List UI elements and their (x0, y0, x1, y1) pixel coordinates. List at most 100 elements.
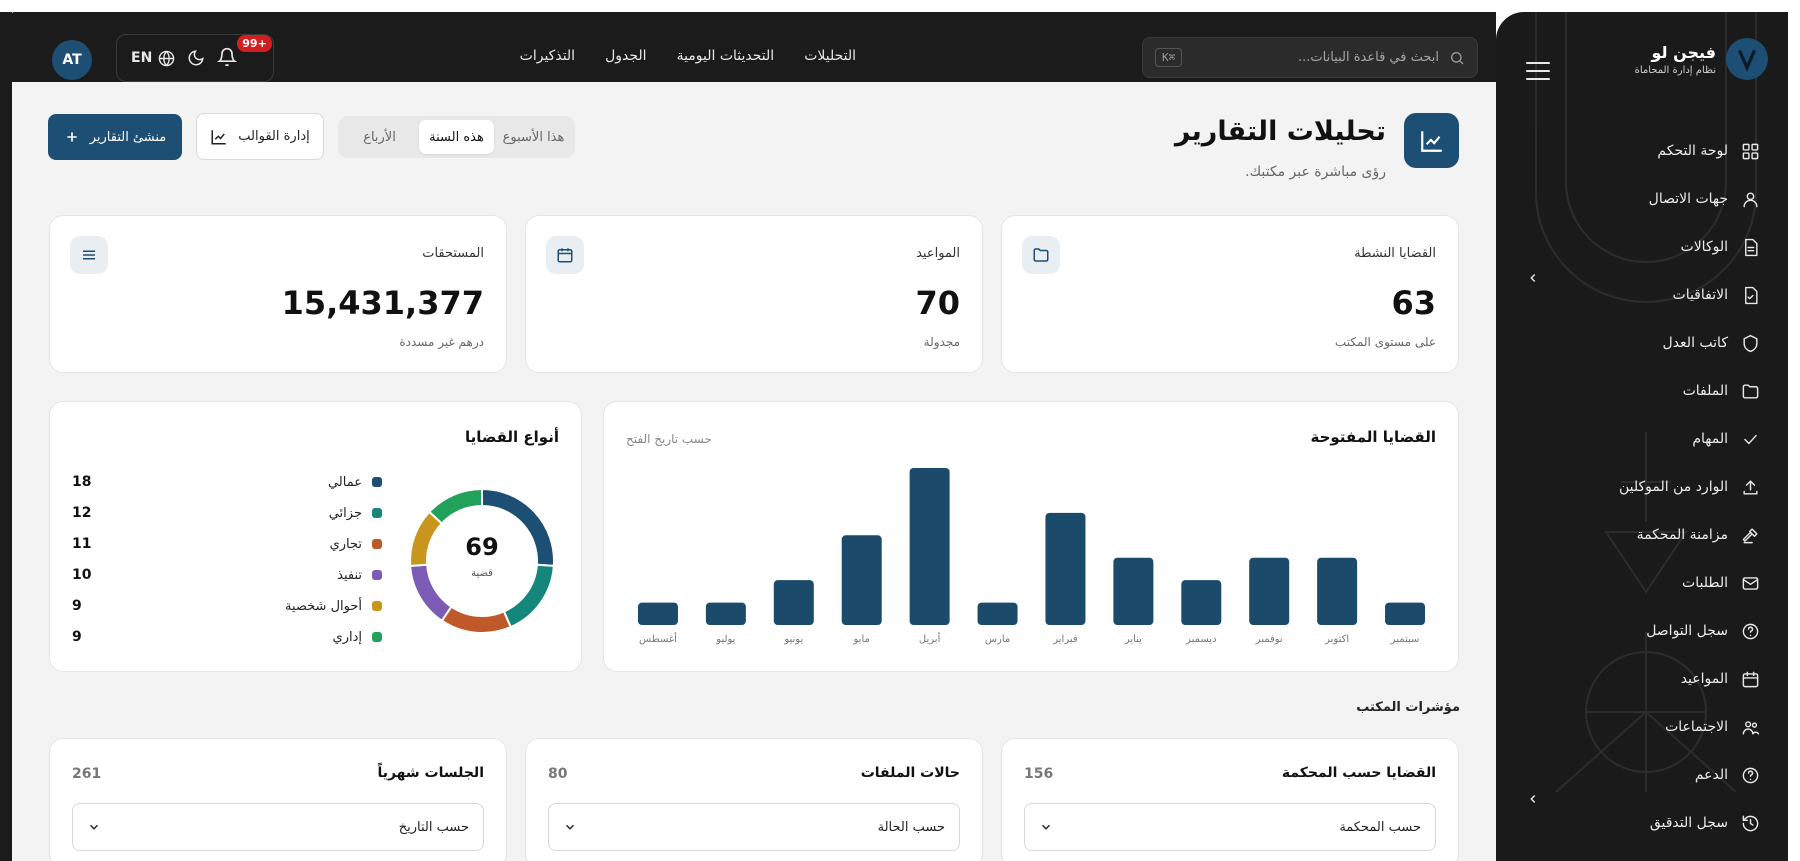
history-icon (1740, 813, 1760, 833)
top-bar: AT EN 99+ التحليلات التحديثات اليومية ال… (12, 12, 1496, 82)
manage-templates-button[interactable]: إدارة القوالب (196, 113, 324, 160)
bottom-card-title: القضايا حسب المحكمة (1281, 765, 1436, 781)
sidebar-nav: لوحة التحكم جهات الاتصال الوكالات الاتفاقيا… (1550, 127, 1760, 861)
bar-3[interactable] (1181, 580, 1222, 625)
chevron-left-icon[interactable] (1526, 792, 1540, 806)
sidebar-item-9[interactable]: الطلبات (1550, 559, 1760, 607)
top-tools: EN 99+ (116, 34, 274, 82)
top-nav-reminders[interactable]: التذكيرات (520, 48, 575, 64)
notification-badge: 99+ (237, 35, 272, 52)
case-types-donut-chart (409, 487, 555, 634)
select-value: حسب المحكمة (1339, 819, 1421, 835)
legend-value: 10 (72, 567, 92, 583)
bar-6[interactable] (977, 602, 1018, 625)
bottom-card-title: الجلسات شهرياً (377, 765, 484, 781)
bar-10[interactable] (705, 602, 746, 625)
document-icon (1740, 237, 1760, 257)
bar-2[interactable] (1249, 557, 1290, 625)
bar-1[interactable] (1317, 557, 1358, 625)
mail-icon (1740, 573, 1760, 593)
bar-4[interactable] (1113, 557, 1154, 625)
bar-0[interactable] (1385, 602, 1426, 625)
bar-5[interactable] (1045, 512, 1086, 625)
sidebar-item-4[interactable]: كاتب العدل (1550, 319, 1760, 367)
legend-row: 11 تجاري (72, 534, 382, 554)
brand-name: فيجن لو (1651, 42, 1716, 62)
notifications-button[interactable]: 99+ (217, 35, 272, 69)
stat-label: القضايا النشطة (1354, 246, 1436, 261)
date-group-select[interactable]: حسب التاريخ (72, 803, 484, 851)
sidebar-item-label: سجل التواصل (1646, 623, 1728, 639)
top-nav-daily-updates[interactable]: التحديثات اليومية (677, 48, 775, 64)
check-icon (1740, 429, 1760, 449)
top-nav-schedule[interactable]: الجدول (605, 48, 646, 64)
bar-8[interactable] (841, 535, 882, 625)
office-indicators-label: مؤشرات المكتب (1356, 700, 1460, 715)
sidebar-item-6[interactable]: المهام (1550, 415, 1760, 463)
sidebar-item-12[interactable]: الاجتماعات (1550, 703, 1760, 751)
sidebar-item-5[interactable]: الملفات (1550, 367, 1760, 415)
donut-total-label: قضية (471, 568, 493, 579)
stat-value: 63 (1391, 284, 1436, 322)
brand[interactable]: فيجن لو نظام إدارة المحاماة (1635, 38, 1768, 80)
folder-icon (1022, 236, 1060, 274)
bell-icon (217, 47, 238, 67)
court-group-select[interactable]: حسب المحكمة (1024, 803, 1436, 851)
language-toggle[interactable]: EN (131, 50, 175, 67)
report-builder-button[interactable]: منشئ التقارير (48, 114, 182, 160)
sidebar-item-2[interactable]: الوكالات (1550, 223, 1760, 271)
sidebar-item-11[interactable]: المواعيد (1550, 655, 1760, 703)
bar-category-label: سبتمبر (1390, 634, 1420, 645)
search-shortcut: K⌘ (1155, 48, 1183, 67)
grid-icon (1740, 141, 1760, 161)
stat-sub: درهم غير مسددة (399, 335, 484, 349)
brand-logo-icon (1726, 38, 1768, 80)
sidebar-item-label: الطلبات (1682, 575, 1728, 591)
sidebar-item-10[interactable]: سجل التواصل (1550, 607, 1760, 655)
bar-11[interactable] (637, 602, 678, 625)
upload-icon (1740, 477, 1760, 497)
sidebar-item-7[interactable]: الوارد من الموكلين (1550, 463, 1760, 511)
search-box: K⌘ (1142, 37, 1478, 78)
menu-toggle-icon[interactable] (1526, 62, 1550, 82)
top-nav-analytics[interactable]: التحليلات (804, 48, 856, 64)
legend-label-group: أحوال شخصية (285, 599, 382, 614)
bar-9[interactable] (773, 580, 814, 625)
bar-category-label: أبريل (919, 632, 941, 645)
donut-slice-2[interactable] (440, 605, 513, 634)
opened-cases-bar-chart: سبتمبر اكتوبر نوفمبر ديسمبر يناير فبراير مارس أ… (637, 468, 1426, 645)
sidebar-item-13[interactable]: الدعم (1550, 751, 1760, 799)
sidebar-item-8[interactable]: مزامنة المحكمة (1550, 511, 1760, 559)
sidebar-item-label: الوارد من الموكلين (1619, 479, 1728, 495)
chevron-left-icon[interactable] (1526, 271, 1540, 285)
sidebar-item-15[interactable]: التقارير (1550, 847, 1760, 861)
bar-7[interactable] (909, 468, 950, 625)
calendar-icon (546, 236, 584, 274)
status-group-select[interactable]: حسب الحالة (548, 803, 960, 851)
bar-category-label: يوليو (715, 634, 735, 645)
moon-icon[interactable] (187, 49, 205, 67)
sidebar-item-label: لوحة التحكم (1657, 143, 1728, 159)
select-value: حسب التاريخ (398, 819, 469, 835)
period-year[interactable]: هذه السنة (419, 120, 494, 154)
legend-swatch (372, 632, 382, 642)
page-title: تحليلات التقارير (1174, 116, 1386, 147)
user-avatar[interactable]: AT (52, 40, 92, 80)
gavel-icon (1740, 525, 1760, 545)
stat-card-receivables: المستحقات 15,431,377 درهم غير مسددة (49, 215, 507, 373)
legend-label: إداري (332, 629, 362, 645)
sidebar-item-label: المهام (1692, 431, 1728, 447)
search-input[interactable] (1182, 50, 1449, 65)
period-quarters[interactable]: الأرباع (342, 120, 417, 154)
sidebar-item-1[interactable]: جهات الاتصال (1550, 175, 1760, 223)
sidebar-item-3[interactable]: الاتفاقيات (1550, 271, 1760, 319)
period-week[interactable]: هذا الأسبوع (496, 120, 571, 154)
sidebar-item-0[interactable]: لوحة التحكم (1550, 127, 1760, 175)
legend-row: 9 إداري (72, 627, 382, 647)
sidebar-item-label: كاتب العدل (1662, 335, 1728, 351)
legend-label-group: إداري (333, 630, 382, 645)
sidebar-item-14[interactable]: سجل التدقيق (1550, 799, 1760, 847)
stat-card-active-cases: القضايا النشطة 63 على مستوى المكتب (1001, 215, 1459, 373)
donut-slice-5[interactable] (427, 487, 483, 525)
legend-label: تجاري (329, 536, 362, 552)
